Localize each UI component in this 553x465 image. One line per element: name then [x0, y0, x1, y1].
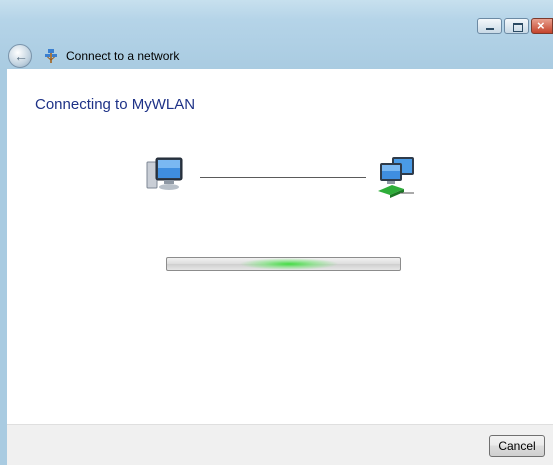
window-title: Connect to a network: [66, 49, 180, 63]
connection-progress-bar: [166, 257, 401, 271]
connection-line: [200, 177, 366, 178]
network-computers-icon: [378, 157, 414, 198]
window-controls: ×: [475, 18, 553, 35]
window-frame: × ← Connect to a network Connecting to M…: [0, 0, 553, 465]
connection-heading: Connecting to MyWLAN: [35, 96, 196, 113]
content-area: Connecting to MyWLAN: [7, 69, 553, 424]
cancel-button[interactable]: Cancel: [489, 435, 545, 457]
close-button[interactable]: ×: [531, 18, 553, 34]
computer-icon: [146, 157, 183, 190]
maximize-icon: [513, 23, 523, 32]
title-bar[interactable]: ×: [0, 0, 553, 35]
minimize-button[interactable]: [477, 18, 502, 34]
back-button[interactable]: ←: [8, 44, 32, 68]
navigation-bar: ← Connect to a network: [0, 35, 553, 69]
dialog-footer: Cancel: [7, 424, 553, 465]
maximize-button[interactable]: [504, 18, 529, 34]
back-arrow-icon: ←: [14, 48, 28, 64]
close-icon: ×: [537, 18, 545, 33]
progress-marquee: [239, 258, 339, 270]
network-icon: [45, 49, 57, 63]
minimize-icon: [486, 28, 494, 30]
